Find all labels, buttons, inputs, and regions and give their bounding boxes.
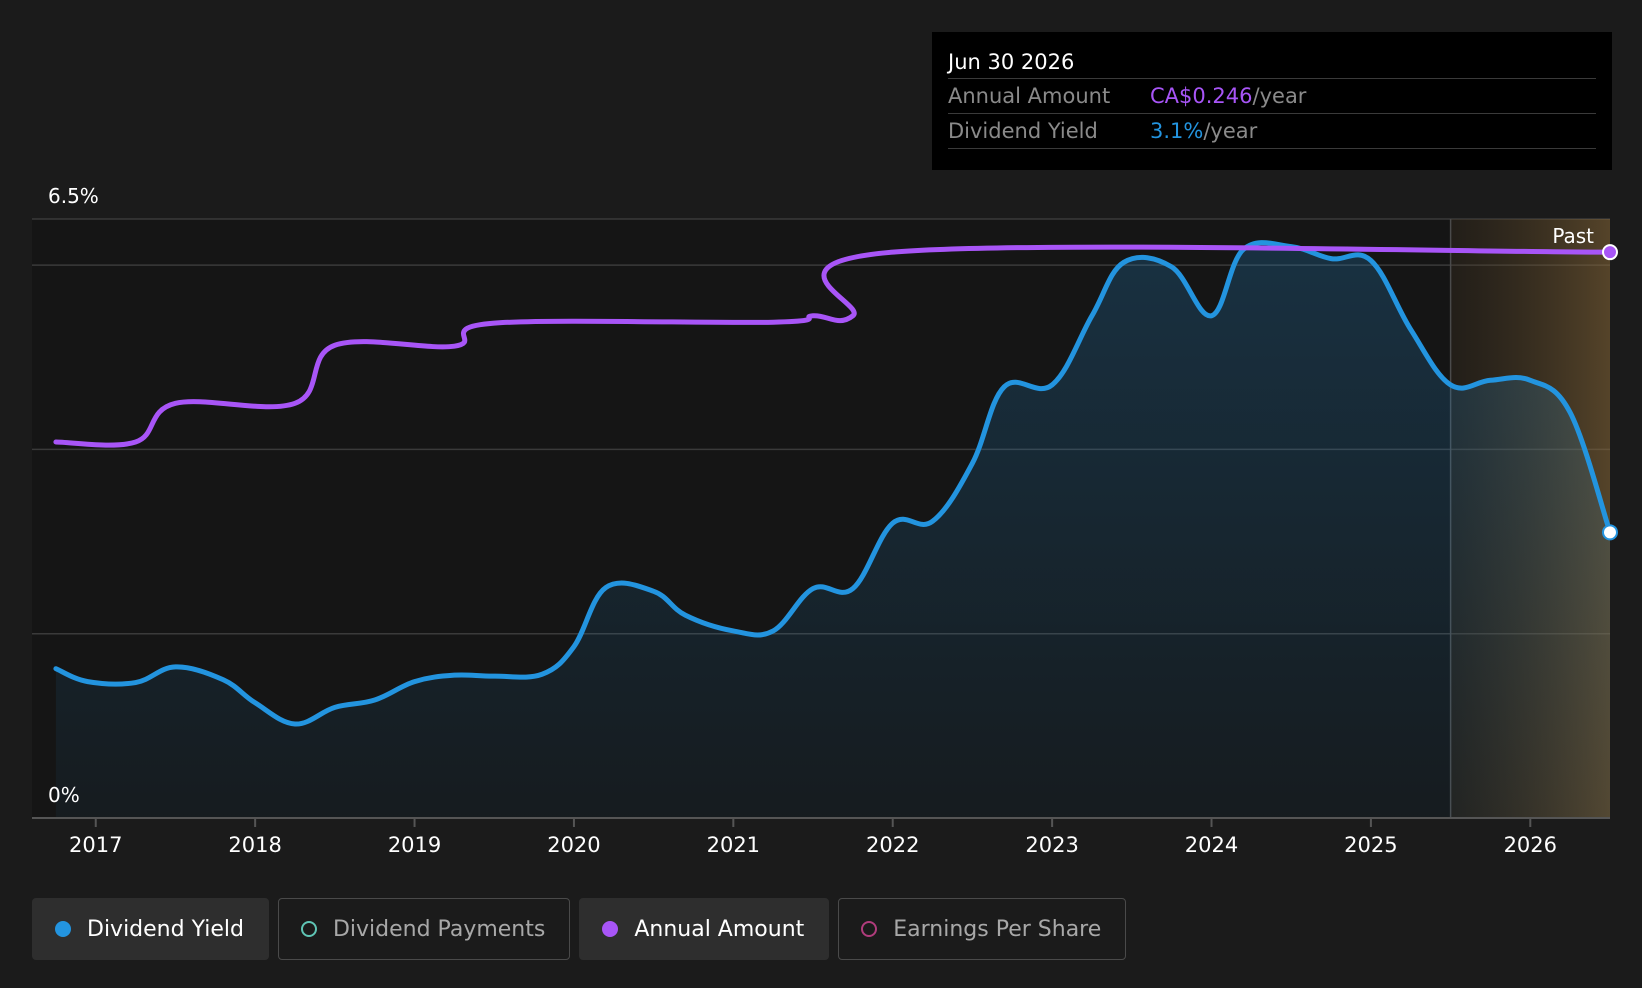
x-tick-label: 2019 — [388, 833, 441, 857]
tooltip-row-dividend-yield: Dividend Yield 3.1%/year — [948, 113, 1596, 149]
legend: Dividend Yield Dividend Payments Annual … — [32, 898, 1127, 960]
legend-dot-icon — [602, 921, 619, 937]
legend-dividend-payments[interactable]: Dividend Payments — [277, 898, 571, 960]
tooltip-unit: /year — [1252, 84, 1307, 108]
tooltip-row-annual-amount: Annual Amount CA$0.246/year — [948, 78, 1596, 113]
legend-earnings-per-share[interactable]: Earnings Per Share — [838, 898, 1127, 960]
x-tick-label: 2025 — [1344, 833, 1397, 857]
x-tick-label: 2026 — [1504, 833, 1557, 857]
legend-label: Earnings Per Share — [893, 916, 1102, 942]
legend-dividend-yield[interactable]: Dividend Yield — [32, 898, 269, 960]
tooltip-label: Dividend Yield — [948, 119, 1098, 143]
annual-amount-end-point — [1602, 244, 1618, 261]
tooltip: Jun 30 2026 Annual Amount CA$0.246/year … — [932, 32, 1612, 170]
dividend-yield-end-point — [1602, 524, 1618, 541]
x-tick-label: 2023 — [1025, 833, 1078, 857]
x-tick-label: 2024 — [1185, 833, 1238, 857]
tooltip-label: Annual Amount — [948, 84, 1111, 108]
legend-label: Dividend Payments — [332, 916, 546, 942]
legend-ring-icon — [861, 921, 878, 937]
tooltip-value: CA$0.246 — [1150, 84, 1253, 108]
tooltip-unit: /year — [1203, 119, 1258, 143]
legend-label: Annual Amount — [634, 916, 805, 942]
x-tick-label: 2021 — [707, 833, 760, 857]
tooltip-date: Jun 30 2026 — [948, 50, 1075, 74]
x-tick-label: 2018 — [228, 833, 281, 857]
past-label: Past — [1552, 224, 1594, 248]
tooltip-value: 3.1% — [1150, 119, 1204, 143]
y-axis-top-label: 6.5% — [48, 184, 99, 208]
legend-dot-icon — [55, 921, 71, 937]
x-tick-label: 2020 — [547, 833, 600, 857]
y-axis-bottom-label: 0% — [48, 783, 80, 807]
x-tick-label: 2017 — [69, 833, 122, 857]
x-tick-label: 2022 — [866, 833, 919, 857]
legend-ring-icon — [300, 921, 317, 937]
legend-label: Dividend Yield — [87, 916, 244, 942]
legend-annual-amount[interactable]: Annual Amount — [579, 898, 830, 960]
